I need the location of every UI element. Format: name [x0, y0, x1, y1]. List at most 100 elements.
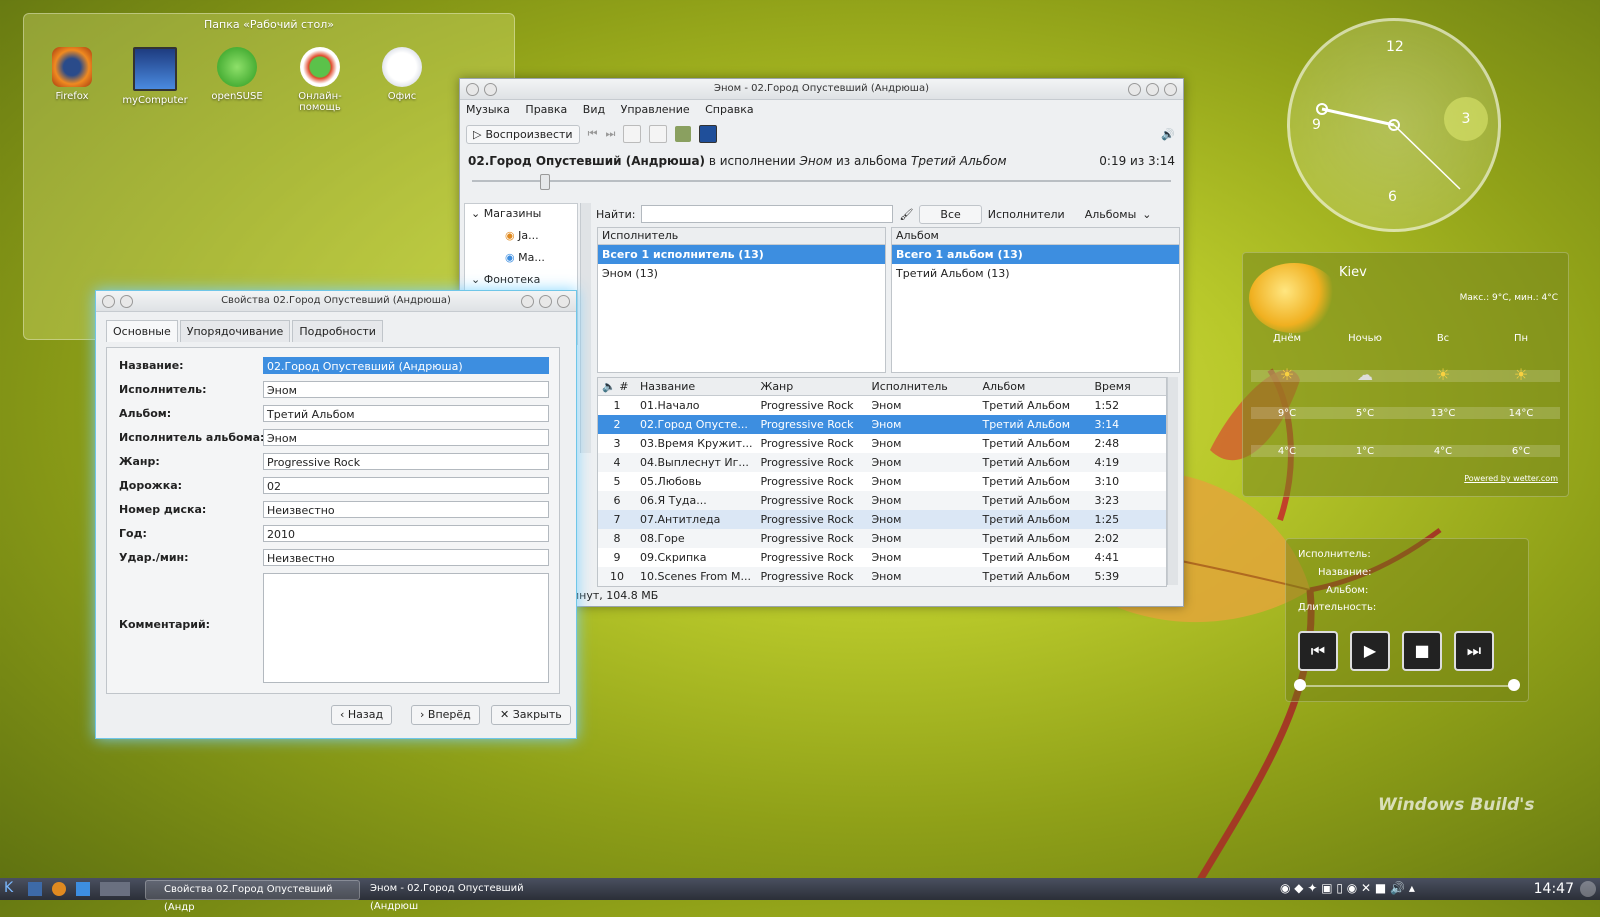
file-manager-icon[interactable]	[76, 882, 90, 896]
sidebar-item-library[interactable]: ⌄ Фонотека	[465, 270, 577, 292]
document-icon[interactable]	[623, 125, 642, 143]
pin-icon[interactable]	[484, 83, 497, 96]
chevron-down-icon[interactable]: ⌄	[1142, 208, 1151, 221]
forward-button[interactable]: › Вперёд	[411, 705, 480, 725]
maximize-icon[interactable]	[1146, 83, 1159, 96]
previous-button[interactable]: ⏮	[1298, 631, 1338, 671]
tab-basic[interactable]: Основные	[106, 320, 178, 342]
track-number-field[interactable]: 02	[263, 477, 549, 494]
col-number[interactable]: 🔈 #	[598, 378, 636, 396]
album-row[interactable]: Третий Альбом (13)	[892, 264, 1179, 283]
volume-icon[interactable]: 🔊	[1161, 128, 1175, 141]
minimize-icon[interactable]	[521, 295, 534, 308]
track-row[interactable]: 5 05.Любовь Progressive Rock Эном Третий Аль…	[598, 472, 1166, 491]
position-slider-handle[interactable]	[1294, 679, 1306, 691]
col-genre[interactable]: Жанр	[756, 378, 868, 396]
track-row[interactable]: 4 04.Выплеснут Иг... Progressive Rock Эном Т…	[598, 453, 1166, 472]
artist-row-all[interactable]: Всего 1 исполнитель (13)	[598, 245, 885, 264]
clock-time[interactable]: 14:47	[1534, 881, 1574, 897]
opensuse-desktop-icon[interactable]: openSUSE	[202, 47, 272, 102]
album-row-all[interactable]: Всего 1 альбом (13)	[892, 245, 1179, 264]
search-input[interactable]	[641, 205, 894, 223]
disc-number-field[interactable]: Неизвестно	[263, 501, 549, 518]
album-pane-header[interactable]: Альбом	[892, 228, 1179, 245]
menu-edit[interactable]: Правка	[525, 103, 567, 116]
artist-field[interactable]: Эном	[263, 381, 549, 398]
radio-icon[interactable]	[675, 126, 692, 142]
position-slider[interactable]	[1300, 685, 1514, 687]
close-icon[interactable]	[557, 295, 570, 308]
pin-icon[interactable]	[120, 295, 133, 308]
office-desktop-icon[interactable]: Офис	[367, 47, 437, 102]
tab-details[interactable]: Подробности	[292, 320, 383, 342]
sidebar-item-jamendo[interactable]: ◉ Ja...	[465, 226, 577, 248]
track-row[interactable]: 9 09.Скрипка Progressive Rock Эном Третий Ал…	[598, 548, 1166, 567]
col-title[interactable]: Название	[636, 378, 757, 396]
play-button[interactable]: ▷ Воспроизвести	[466, 124, 580, 144]
artist-pane-header[interactable]: Исполнитель	[598, 228, 885, 245]
artist-row[interactable]: Эном (13)	[598, 264, 885, 283]
bpm-field[interactable]: Неизвестно	[263, 549, 549, 566]
col-artist[interactable]: Исполнитель	[867, 378, 979, 396]
col-time[interactable]: Время	[1090, 378, 1166, 396]
task-music-player[interactable]: Эном - 02.Город Опустевший (Андрюш	[352, 880, 565, 912]
window-menu-icon[interactable]	[466, 83, 479, 96]
album-field[interactable]: Третий Альбом	[263, 405, 549, 422]
menu-help[interactable]: Справка	[705, 103, 753, 116]
seek-bar[interactable]	[472, 174, 1171, 190]
filter-albums-dropdown[interactable]: Альбомы	[1085, 208, 1137, 221]
visualization-icon[interactable]	[699, 125, 718, 143]
filter-artists-button[interactable]: Исполнители	[988, 208, 1065, 221]
weather-credit-link[interactable]: Powered by wetter.com	[1464, 474, 1558, 483]
track-row[interactable]: 1 01.Начало Progressive Rock Эном Третий Аль…	[598, 396, 1166, 416]
task-properties-dialog[interactable]: Свойства 02.Город Опустевший (Андр	[145, 880, 360, 913]
next-button[interactable]: ⏭	[1454, 631, 1494, 671]
window-titlebar[interactable]: Эном - 02.Город Опустевший (Андрюша)	[460, 79, 1183, 100]
track-row[interactable]: 2 02.Город Опусте... Progressive Rock Эном Т…	[598, 415, 1166, 434]
firefox-desktop-icon[interactable]: Firefox	[37, 47, 107, 102]
back-button[interactable]: ‹ Назад	[331, 705, 393, 725]
sidebar-item-stores[interactable]: ⌄ Магазины	[465, 204, 577, 226]
track-row[interactable]: 10 10.Scenes From M... Progressive Rock Эно…	[598, 567, 1166, 586]
cashew-icon[interactable]	[1580, 881, 1596, 897]
close-button[interactable]: ✕ Закрыть	[491, 705, 571, 725]
desktop-icon[interactable]	[28, 882, 42, 896]
document-icon-2[interactable]	[649, 125, 668, 143]
genre-field[interactable]: Progressive Rock	[263, 453, 549, 470]
minimize-icon[interactable]	[1128, 83, 1141, 96]
kde-menu-icon[interactable]: K	[4, 880, 13, 896]
year-field[interactable]: 2010	[263, 525, 549, 542]
tab-sorting[interactable]: Упорядочивание	[179, 320, 291, 342]
stop-button[interactable]: ■	[1402, 631, 1442, 671]
dialog-titlebar[interactable]: Свойства 02.Город Опустевший (Андрюша)	[96, 291, 576, 312]
track-row[interactable]: 8 08.Горе Progressive Rock Эном Третий Альбо…	[598, 529, 1166, 548]
menu-view[interactable]: Вид	[583, 103, 605, 116]
clear-search-icon[interactable]: 🖌	[899, 208, 913, 221]
comment-field[interactable]	[263, 573, 549, 683]
track-row[interactable]: 7 07.Антитледа Progressive Rock Эном Третий …	[598, 510, 1166, 529]
sidebar-item-magnatune[interactable]: ◉ Ma...	[465, 248, 577, 270]
track-row[interactable]: 3 03.Время Кружит... Progressive Rock Эном Т…	[598, 434, 1166, 453]
track-row[interactable]: 6 06.Я Туда... Progressive Rock Эном Третий …	[598, 491, 1166, 510]
online-help-desktop-icon[interactable]: Онлайн-помощь	[285, 47, 355, 113]
play-button[interactable]: ▶	[1350, 631, 1390, 671]
track-list-scrollbar[interactable]	[1167, 377, 1178, 585]
pager-icon[interactable]	[100, 882, 130, 896]
col-album[interactable]: Альбом	[978, 378, 1091, 396]
system-tray-icons[interactable]: ◉ ◆ ✦ ▣ ▯ ◉ ✕ ■ 🔊 ▴	[1280, 881, 1415, 895]
volume-slider-handle[interactable]	[1508, 679, 1520, 691]
sidebar-scrollbar[interactable]	[580, 203, 591, 453]
close-icon[interactable]	[1164, 83, 1177, 96]
previous-track-icon[interactable]: ⏮	[588, 127, 598, 141]
menu-control[interactable]: Управление	[621, 103, 690, 116]
maximize-icon[interactable]	[539, 295, 552, 308]
seek-handle[interactable]	[540, 174, 550, 190]
next-track-icon[interactable]: ⏭	[605, 127, 615, 141]
window-menu-icon[interactable]	[102, 295, 115, 308]
title-field[interactable]: 02.Город Опустевший (Андрюша)	[263, 357, 549, 374]
firefox-icon[interactable]	[52, 882, 66, 896]
mycomputer-desktop-icon[interactable]: myComputer	[120, 47, 190, 106]
album-artist-field[interactable]: Эном	[263, 429, 549, 446]
menu-music[interactable]: Музыка	[466, 103, 510, 116]
filter-all-button[interactable]: Все	[919, 204, 982, 224]
